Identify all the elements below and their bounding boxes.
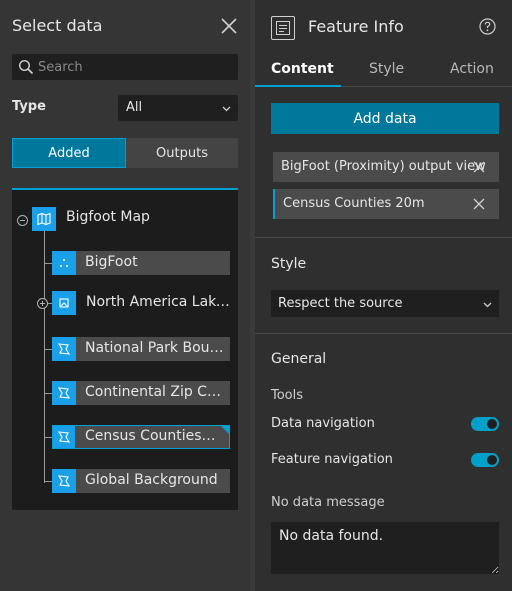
tab-content[interactable]: Content — [271, 61, 334, 77]
tab-outputs[interactable]: Outputs — [126, 138, 238, 168]
chevron-down-icon — [483, 302, 492, 308]
divider — [255, 237, 512, 238]
divider — [255, 333, 512, 334]
feature-info-widget-icon — [271, 16, 295, 40]
data-source-chip-selected[interactable]: Census Counties 20m — [273, 189, 499, 219]
polygon-layer-icon — [52, 337, 76, 361]
panel-title: Select data — [12, 16, 103, 35]
type-label: Type — [12, 99, 46, 114]
style-select[interactable]: Respect the source — [271, 290, 499, 317]
polygon-layer-icon — [52, 469, 76, 493]
feature-navigation-toggle[interactable] — [471, 453, 499, 467]
chip-label: BigFoot (Proximity) output view — [281, 159, 486, 174]
collapse-icon[interactable] — [17, 215, 28, 226]
no-data-message-input[interactable]: No data found. — [271, 522, 499, 574]
layer-tree: Bigfoot Map BigFoot North America Lakes…… — [12, 188, 238, 510]
tab-added[interactable]: Added — [12, 138, 126, 168]
chip-label: Census Counties 20m — [283, 196, 425, 211]
search-input[interactable] — [38, 54, 234, 80]
tree-connector — [44, 263, 52, 264]
tree-item-label: Global Background — [85, 472, 218, 488]
chevron-down-icon — [222, 106, 231, 112]
tree-item-label: Continental Zip Co… — [85, 384, 225, 400]
add-data-button[interactable]: Add data — [271, 103, 499, 134]
tab-style[interactable]: Style — [369, 61, 404, 77]
active-tab-indicator — [255, 85, 341, 87]
select-data-panel: Select data Type All Added Outputs — [0, 0, 250, 591]
search-icon — [18, 59, 34, 75]
tree-connector — [44, 481, 52, 482]
close-icon[interactable] — [473, 161, 485, 173]
style-section-title: Style — [271, 256, 307, 272]
tools-label: Tools — [271, 388, 304, 403]
feature-info-panel: Feature Info Content Style Action Add da… — [255, 0, 512, 591]
expand-icon[interactable] — [37, 298, 48, 309]
close-icon[interactable] — [473, 198, 485, 210]
help-icon[interactable] — [479, 18, 496, 35]
tab-bar: Content Style Action — [255, 58, 512, 87]
tree-connector — [44, 437, 52, 438]
type-select[interactable]: All — [118, 95, 238, 121]
tree-item-label: National Park Bou… — [85, 340, 224, 356]
tree-line — [44, 226, 45, 483]
panel-title: Feature Info — [308, 17, 404, 36]
close-icon[interactable] — [220, 17, 238, 35]
toggle-knob — [487, 455, 497, 465]
map-icon — [32, 207, 56, 231]
general-section-title: General — [271, 351, 327, 367]
polygon-layer-icon — [52, 381, 76, 405]
data-source-chip[interactable]: BigFoot (Proximity) output view — [273, 152, 499, 182]
data-navigation-label: Data navigation — [271, 416, 375, 431]
tab-action[interactable]: Action — [450, 61, 494, 77]
selected-corner-marker — [220, 425, 230, 435]
tree-item-label: Census Counties 2… — [85, 428, 219, 444]
type-select-value: All — [126, 100, 143, 115]
tree-connector — [44, 393, 52, 394]
no-data-message-label: No data message — [271, 495, 385, 510]
tree-connector — [44, 349, 52, 350]
feature-navigation-label: Feature navigation — [271, 452, 393, 467]
data-source-toggle: Added Outputs — [12, 138, 238, 168]
search-box — [12, 54, 238, 80]
polygon-layer-icon — [53, 426, 75, 448]
tree-item-label[interactable]: North America Lakes… — [86, 294, 236, 310]
image-layer-icon — [52, 291, 76, 315]
data-navigation-toggle[interactable] — [471, 417, 499, 431]
tree-root-label[interactable]: Bigfoot Map — [66, 209, 226, 225]
tree-item-label: BigFoot — [85, 254, 138, 270]
point-layer-icon — [52, 251, 76, 275]
style-select-value: Respect the source — [278, 296, 403, 311]
toggle-knob — [487, 419, 497, 429]
